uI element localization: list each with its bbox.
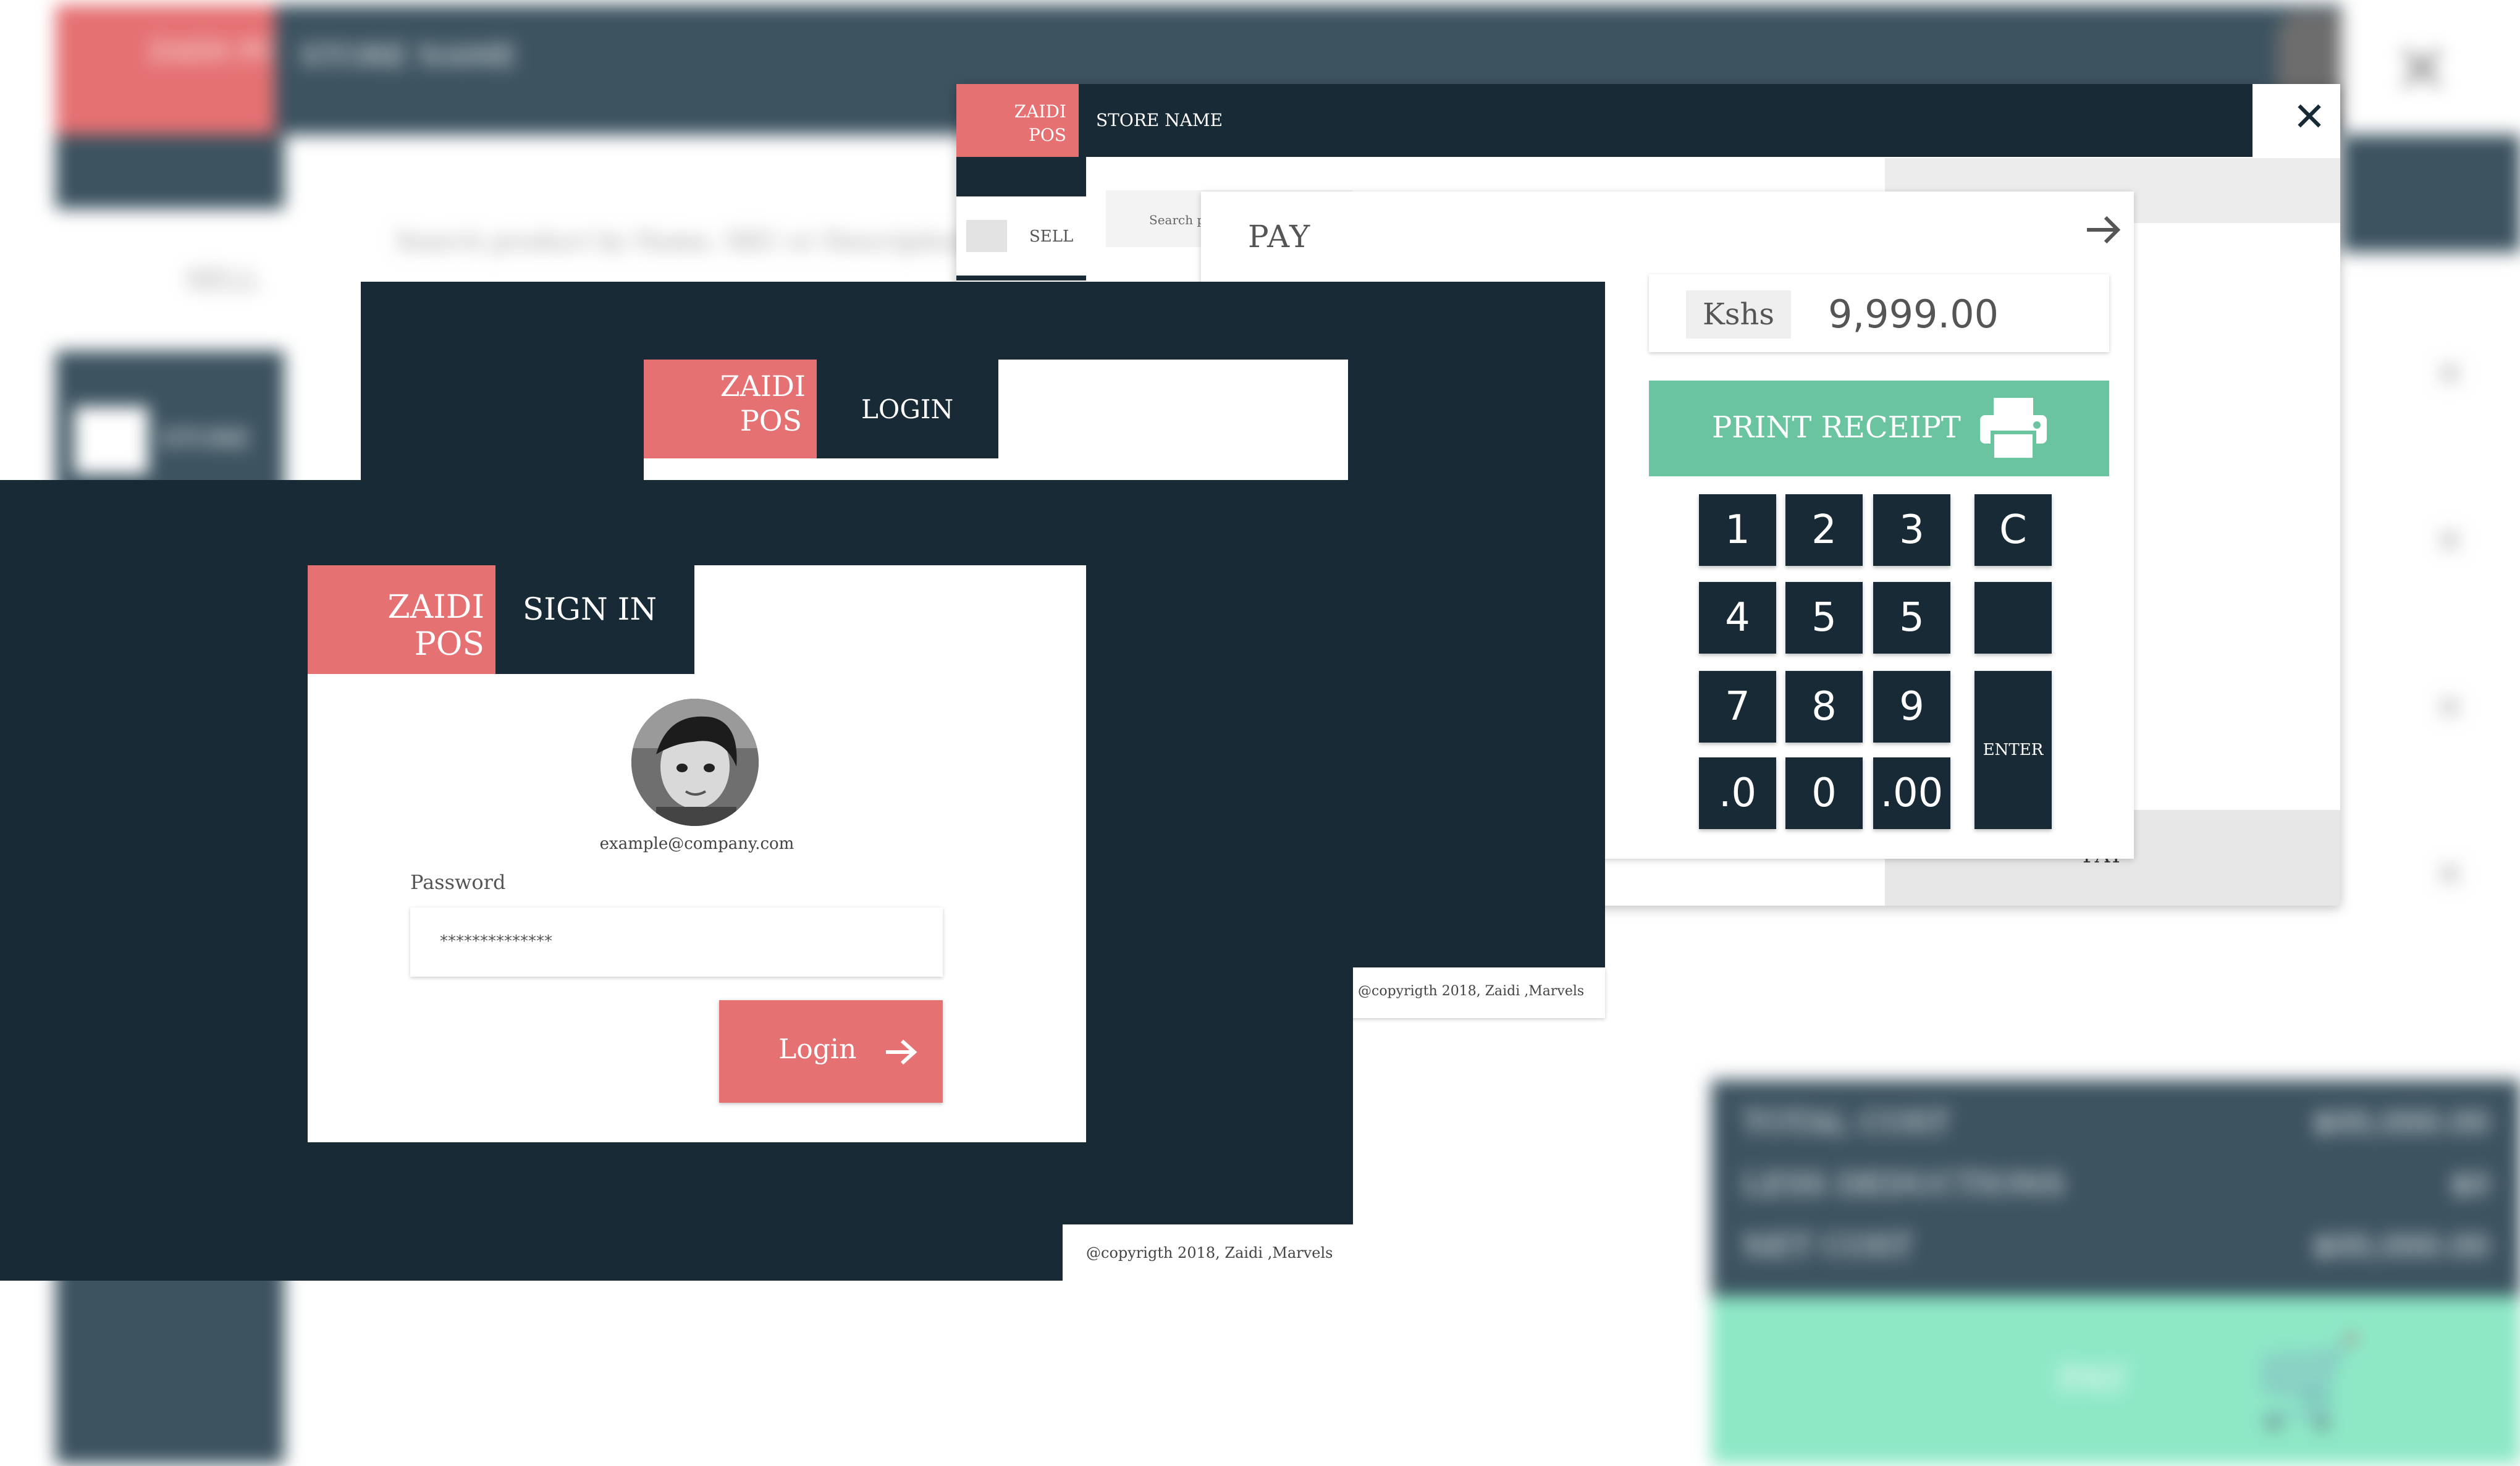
password-field[interactable]: **************: [410, 908, 943, 977]
key-3[interactable]: 3: [1873, 494, 1950, 566]
bg-summary-value: $00,000.00: [2312, 1228, 2490, 1264]
bg-brand-block: ZAIDI POS: [56, 5, 298, 135]
bg-summary-value: $00,000.00: [2312, 1105, 2490, 1140]
key-point-00[interactable]: .00: [1873, 757, 1950, 829]
signin-brand-block: ZAIDI POS: [308, 565, 495, 674]
signin-window: ✕ ZAIDI POS SIGN IN example@company.com …: [0, 480, 1353, 1281]
pos-brand-block: ZAIDI POS: [956, 84, 1079, 157]
key-9[interactable]: 9: [1873, 671, 1950, 743]
signin-card: ZAIDI POS SIGN IN example@company.com Pa…: [308, 565, 1086, 1142]
pos-search-placeholder: Search p: [1149, 213, 1205, 227]
bg-store-label: STORE: [161, 425, 251, 453]
login-close-icon[interactable]: ✕: [1553, 289, 1596, 332]
bg-store-name: STORE NAME: [300, 39, 517, 74]
bg-summary-value: $0: [2450, 1166, 2490, 1202]
bg-row-remove-icon[interactable]: ×: [2434, 351, 2465, 394]
key-7[interactable]: 7: [1699, 671, 1776, 743]
sell-icon: [966, 220, 1007, 252]
pay-title: PAY: [1248, 219, 1312, 255]
signin-brand-line2: POS: [414, 626, 484, 663]
bg-close-area: ✕: [2341, 5, 2520, 135]
signin-footer: @copyrigth 2018, Zaidi ,Marvels: [1063, 1224, 1353, 1281]
login-brand-line1: ZAIDI: [720, 369, 806, 403]
printer-icon: [1976, 394, 2050, 462]
signin-brand-line1: ZAIDI: [387, 589, 484, 626]
login-button-label: Login: [778, 1034, 857, 1065]
bg-row-remove-icon[interactable]: ×: [2434, 518, 2465, 561]
currency-label: Kshs: [1686, 290, 1791, 339]
key-6[interactable]: 5: [1873, 582, 1950, 654]
print-receipt-button[interactable]: PRINT RECEIPT: [1649, 381, 2109, 476]
login-title-block: LOGIN: [817, 360, 998, 458]
signin-email: example@company.com: [599, 835, 794, 853]
pos-close-icon[interactable]: ✕: [2285, 93, 2334, 142]
print-receipt-label: PRINT RECEIPT: [1712, 410, 1961, 445]
bg-summary-label: TOTAL COST: [1742, 1105, 1951, 1140]
password-label: Password: [410, 870, 506, 894]
pos-header: STORE NAME: [1079, 84, 2252, 157]
bg-pay-label: PAY: [2057, 1358, 2129, 1401]
password-value: **************: [440, 932, 552, 951]
arrow-right-icon: [881, 1032, 921, 1072]
pos-brand-line2: POS: [1029, 125, 1066, 145]
bg-pay-button[interactable]: PAY 🛒: [1711, 1296, 2520, 1464]
key-blank[interactable]: [1974, 582, 2052, 654]
key-5[interactable]: 5: [1785, 582, 1863, 654]
pos-sell-label: SELL: [1029, 227, 1074, 246]
enter-key[interactable]: ENTER: [1974, 671, 2052, 829]
signin-copyright: @copyrigth 2018, Zaidi ,Marvels: [1086, 1244, 1333, 1262]
pos-sidebar-divider: [956, 276, 1086, 280]
key-4[interactable]: 4: [1699, 582, 1776, 654]
signin-title-block: SIGN IN: [495, 565, 694, 674]
bg-sell-tab[interactable]: SELL: [56, 209, 284, 351]
login-copyright: @copyrigth 2018, Zaidi ,Marvels: [1358, 984, 1585, 999]
bg-sell-label: SELL: [185, 264, 260, 296]
bg-row-remove-icon[interactable]: ×: [2434, 685, 2465, 728]
signin-title: SIGN IN: [523, 591, 657, 627]
login-button[interactable]: Login: [719, 1000, 943, 1103]
bg-summary-label: LESS DEDUCTIONS: [1742, 1166, 2065, 1202]
bg-row-remove-icon[interactable]: ×: [2434, 851, 2465, 895]
avatar: [631, 699, 759, 826]
key-point-0[interactable]: .0: [1699, 757, 1776, 829]
pos-brand-line1: ZAIDI: [1014, 101, 1066, 122]
cart-icon: 🛒: [2255, 1332, 2363, 1433]
bg-summary-label: NET COST: [1742, 1228, 1913, 1264]
login-brand-line2: POS: [740, 404, 802, 437]
bg-search: Search product by Name, SKU or Descripti…: [395, 227, 968, 256]
bg-right-header: [2341, 135, 2520, 252]
pos-sidebar-top: [956, 157, 1086, 196]
bg-summary: TOTAL COST $00,000.00 LESS DEDUCTIONS $0…: [1711, 1080, 2520, 1296]
key-1[interactable]: 1: [1699, 494, 1776, 566]
key-8[interactable]: 8: [1785, 671, 1863, 743]
key-clear[interactable]: C: [1974, 494, 2052, 566]
amount-value: 9,999.00: [1828, 292, 1999, 337]
signin-close-icon[interactable]: ✕: [1294, 487, 1343, 537]
bg-store-icon: [74, 407, 148, 474]
pos-store-name: STORE NAME: [1096, 110, 1223, 130]
pos-sell-tab[interactable]: SELL: [956, 196, 1086, 276]
bg-close-icon[interactable]: ✕: [2379, 30, 2465, 109]
key-0[interactable]: 0: [1785, 757, 1863, 829]
login-brand-block: ZAIDI POS: [644, 360, 817, 458]
login-title: LOGIN: [861, 394, 954, 424]
amount-field[interactable]: Kshs 9,999.00: [1649, 274, 2109, 352]
arrow-right-icon[interactable]: [2078, 205, 2128, 255]
login-footer: @copyrigth 2018, Zaidi ,Marvels: [1347, 967, 1605, 1018]
key-2[interactable]: 2: [1785, 494, 1863, 566]
